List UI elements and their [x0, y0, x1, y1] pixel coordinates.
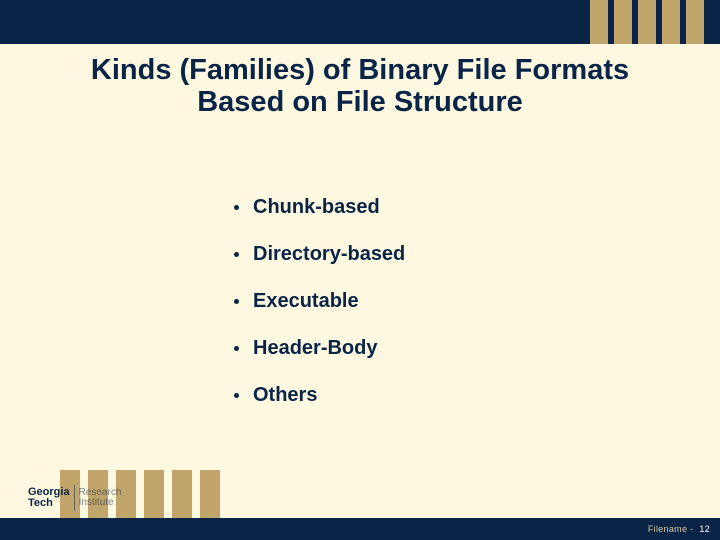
- logo-secondary: Research Institute: [79, 488, 122, 509]
- logo-ri-1: Research: [79, 487, 122, 498]
- logo-divider: [74, 485, 75, 511]
- stripe: [200, 470, 220, 518]
- list-item: Directory-based: [234, 243, 405, 266]
- bullet-dot-icon: [234, 346, 239, 351]
- stripe: [638, 0, 656, 44]
- title-line-1: Kinds (Families) of Binary File Formats: [91, 54, 629, 86]
- list-item: Executable: [234, 290, 405, 313]
- stripe: [144, 470, 164, 518]
- header-stripes: [590, 0, 704, 44]
- bullet-text: Executable: [253, 290, 359, 313]
- footer-filename-label: Filename -: [648, 524, 694, 534]
- footer-bar: Filename - 12: [0, 518, 720, 540]
- list-item: Others: [234, 384, 405, 407]
- bullet-text: Directory-based: [253, 243, 405, 266]
- bullet-dot-icon: [234, 299, 239, 304]
- logo-primary: Georgia Tech: [28, 487, 70, 509]
- list-item: Chunk-based: [234, 196, 405, 219]
- bullet-dot-icon: [234, 205, 239, 210]
- bullet-dot-icon: [234, 252, 239, 257]
- footer-page-number: 12: [699, 524, 710, 534]
- stripe: [614, 0, 632, 44]
- bullet-text: Header-Body: [253, 337, 377, 360]
- slide-title: Kinds (Families) of Binary File Formats …: [0, 54, 720, 119]
- bullet-list: Chunk-based Directory-based Executable H…: [234, 196, 405, 431]
- stripe: [662, 0, 680, 44]
- bullet-text: Others: [253, 384, 317, 407]
- logo-line-2: Tech: [28, 497, 53, 509]
- list-item: Header-Body: [234, 337, 405, 360]
- georgia-tech-logo: Georgia Tech Research Institute: [28, 478, 138, 518]
- logo-ri-2: Institute: [79, 497, 114, 508]
- stripe: [172, 470, 192, 518]
- title-line-2: Based on File Structure: [197, 86, 523, 118]
- stripe: [686, 0, 704, 44]
- bullet-text: Chunk-based: [253, 196, 380, 219]
- stripe: [590, 0, 608, 44]
- bullet-dot-icon: [234, 393, 239, 398]
